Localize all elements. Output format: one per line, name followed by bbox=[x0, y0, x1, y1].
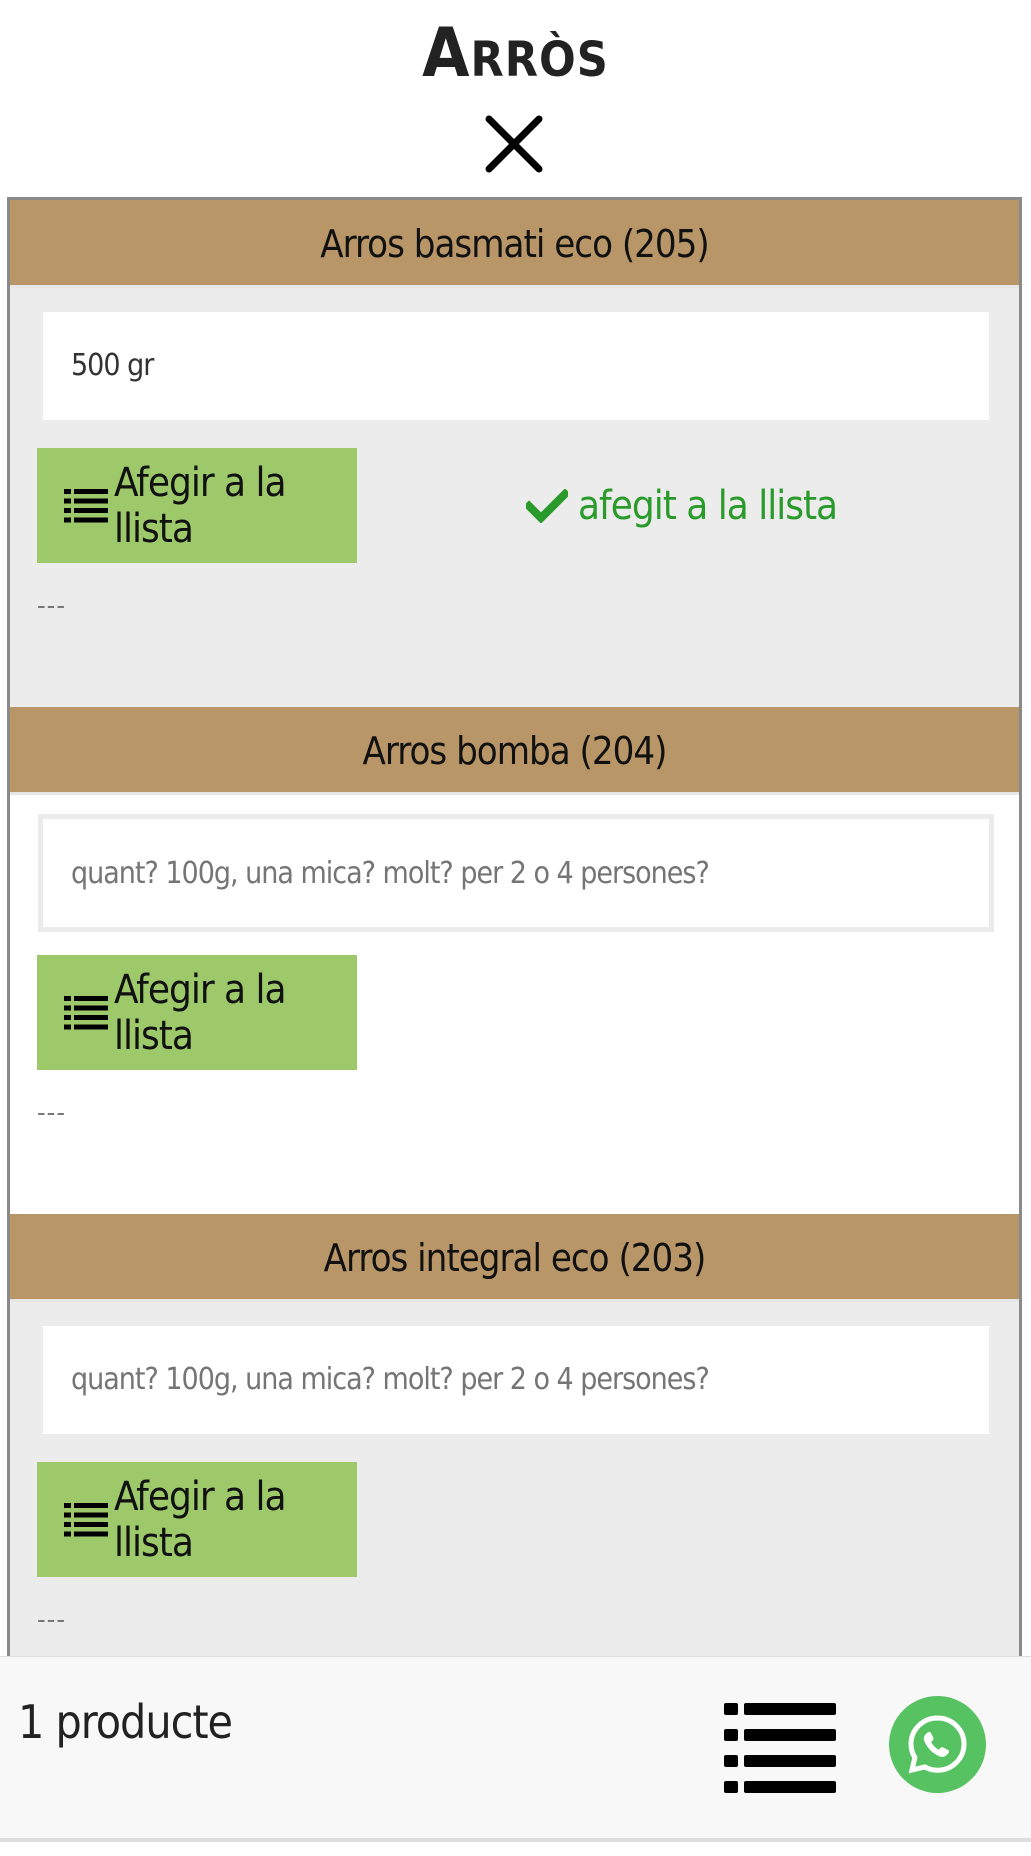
product-card: Arros basmati eco (205) Afegir a la llis… bbox=[10, 200, 1019, 707]
list-icon bbox=[64, 1502, 108, 1537]
product-count: 1 producte bbox=[18, 1695, 233, 1749]
product-card: Arros bomba (204) Afegir a la llista --- bbox=[10, 707, 1019, 1214]
add-to-list-button[interactable]: Afegir a la llista bbox=[37, 448, 357, 563]
added-status-label: afegit a la llista bbox=[578, 482, 838, 529]
added-status: afegit a la llista bbox=[526, 448, 838, 563]
quantity-input[interactable] bbox=[38, 814, 994, 932]
product-card: Arros integral eco (203) Afegir a la lli… bbox=[10, 1214, 1019, 1659]
page-title: Arròs bbox=[422, 14, 609, 93]
add-to-list-label: Afegir a la llista bbox=[114, 459, 287, 552]
quantity-input[interactable] bbox=[43, 1326, 989, 1434]
footer-bar: 1 producte bbox=[0, 1656, 1031, 1841]
quantity-input[interactable] bbox=[43, 312, 989, 420]
header: Arròs bbox=[0, 0, 1031, 195]
product-notes: --- bbox=[37, 590, 66, 620]
product-title: Arros integral eco (203) bbox=[10, 1214, 1019, 1302]
product-title: Arros basmati eco (205) bbox=[10, 200, 1019, 288]
add-to-list-button[interactable]: Afegir a la llista bbox=[37, 1462, 357, 1577]
check-icon bbox=[526, 488, 568, 523]
product-list[interactable]: Arros basmati eco (205) Afegir a la llis… bbox=[7, 197, 1022, 1659]
list-icon bbox=[64, 488, 108, 523]
whatsapp-icon[interactable] bbox=[889, 1696, 986, 1793]
footer-divider bbox=[0, 1838, 1031, 1842]
page: Arròs Arros basmati eco (205) 500 gr Afe… bbox=[0, 0, 1031, 1856]
add-to-list-label: Afegir a la llista bbox=[114, 966, 287, 1059]
add-to-list-label: Afegir a la llista bbox=[114, 1473, 287, 1566]
add-to-list-button[interactable]: Afegir a la llista bbox=[37, 955, 357, 1070]
product-notes: --- bbox=[37, 1097, 66, 1127]
list-icon bbox=[64, 995, 108, 1030]
list-icon[interactable] bbox=[724, 1703, 836, 1793]
close-icon[interactable] bbox=[483, 113, 545, 175]
product-notes: --- bbox=[37, 1604, 66, 1634]
product-title: Arros bomba (204) bbox=[10, 707, 1019, 795]
